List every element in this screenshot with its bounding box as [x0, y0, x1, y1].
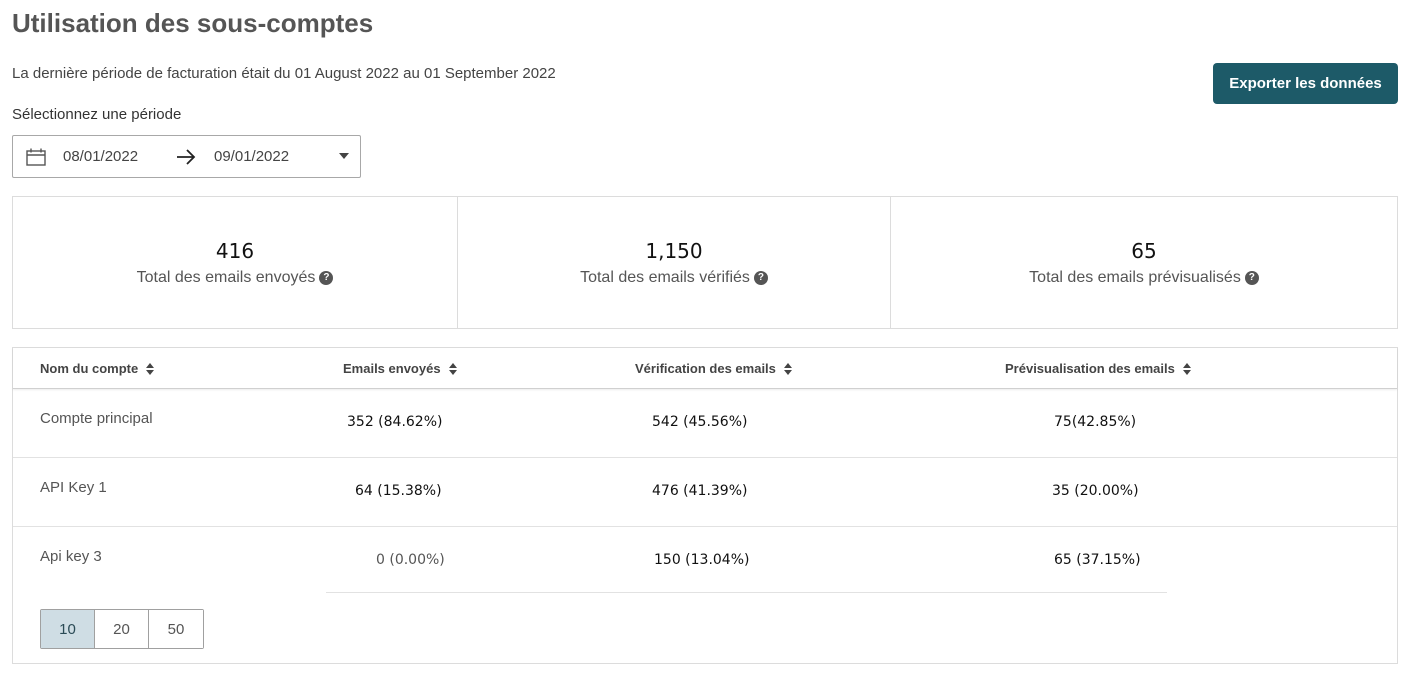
stat-label: Total des emails envoyés? [137, 269, 334, 287]
sort-icon [783, 362, 792, 375]
chevron-down-icon [339, 153, 349, 159]
page-size-20[interactable]: 20 [95, 610, 149, 648]
emails-sent-value: 0 (0.00%) [376, 552, 445, 568]
row-divider [326, 592, 1167, 593]
stats-panel: 416 Total des emails envoyés? 1,150 Tota… [12, 196, 1398, 329]
account-name: Api key 3 [40, 548, 102, 565]
help-icon[interactable]: ? [319, 270, 334, 285]
emails-preview-value: 65 (37.15%) [1054, 552, 1141, 568]
stat-emails-sent: 416 Total des emails envoyés? [13, 197, 458, 328]
table-header: Nom du compte Emails envoyés Vérificatio… [13, 348, 1397, 389]
stat-emails-verified: 1,150 Total des emails vérifiés? [458, 197, 891, 328]
emails-verified-value: 542 (45.56%) [652, 414, 748, 430]
arrow-right-icon [177, 149, 196, 165]
emails-preview-value: 35 (20.00%) [1052, 483, 1139, 499]
account-name: API Key 1 [40, 479, 107, 496]
export-data-button[interactable]: Exporter les données [1213, 63, 1398, 104]
sort-icon [146, 362, 155, 375]
page-size-selector: 10 20 50 [40, 609, 204, 649]
date-range-picker[interactable]: 08/01/2022 09/01/2022 [12, 135, 361, 178]
column-header-email-verification[interactable]: Vérification des emails [635, 361, 792, 376]
column-header-emails-sent[interactable]: Emails envoyés [343, 361, 457, 376]
sort-icon [1182, 362, 1191, 375]
column-header-email-preview[interactable]: Prévisualisation des emails [1005, 361, 1191, 376]
page-size-10[interactable]: 10 [41, 610, 95, 648]
table-row: API Key 1 64 (15.38%) 476 (41.39%) 35 (2… [13, 458, 1397, 527]
emails-sent-value: 352 (84.62%) [347, 414, 443, 430]
emails-verified-value: 150 (13.04%) [654, 552, 750, 568]
stat-value: 65 [1131, 238, 1157, 263]
table-row: Compte principal 352 (84.62%) 542 (45.56… [13, 389, 1397, 458]
help-icon[interactable]: ? [1244, 270, 1259, 285]
stat-value: 416 [215, 238, 255, 263]
help-icon[interactable]: ? [753, 270, 768, 285]
stat-label: Total des emails vérifiés? [580, 269, 768, 287]
column-header-account-name[interactable]: Nom du compte [40, 361, 155, 376]
calendar-icon [26, 148, 46, 166]
stat-label: Total des emails prévisualisés? [1029, 269, 1259, 287]
stat-emails-previewed: 65 Total des emails prévisualisés? [891, 197, 1397, 328]
period-label: Sélectionnez une période [12, 106, 182, 123]
billing-period-text: La dernière période de facturation était… [12, 65, 556, 82]
account-name: Compte principal [40, 410, 153, 427]
emails-preview-value: 75(42.85%) [1054, 414, 1137, 430]
stat-value: 1,150 [645, 238, 703, 263]
page-size-50[interactable]: 50 [149, 610, 203, 648]
emails-sent-value: 64 (15.38%) [355, 483, 442, 499]
emails-verified-value: 476 (41.39%) [652, 483, 748, 499]
date-end: 09/01/2022 [214, 148, 290, 165]
sort-icon [448, 362, 457, 375]
date-start: 08/01/2022 [63, 148, 139, 165]
page-title: Utilisation des sous-comptes [12, 8, 374, 38]
table-row: Api key 3 0 (0.00%) 150 (13.04%) 65 (37.… [13, 527, 1397, 596]
subaccounts-table: Nom du compte Emails envoyés Vérificatio… [12, 347, 1398, 664]
